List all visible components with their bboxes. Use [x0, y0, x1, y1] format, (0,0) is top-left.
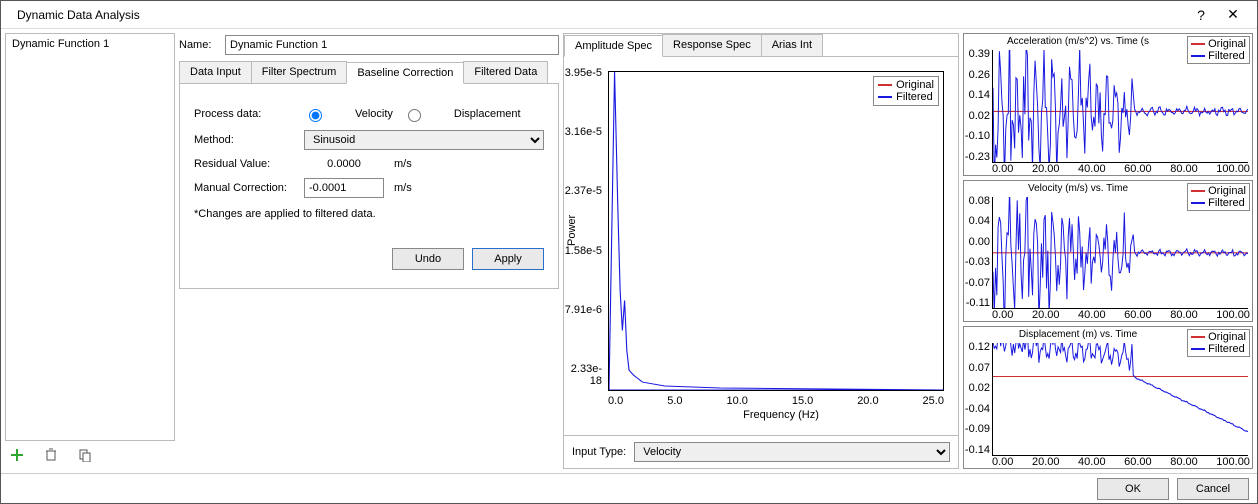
tab-filter-spectrum[interactable]: Filter Spectrum — [251, 61, 348, 83]
residual-label: Residual Value: — [194, 158, 294, 170]
dialog-window: Dynamic Data Analysis ? ✕ Dynamic Functi… — [0, 0, 1258, 504]
apply-button[interactable]: Apply — [472, 248, 544, 270]
cancel-button[interactable]: Cancel — [1177, 478, 1249, 500]
tab-filtered-data[interactable]: Filtered Data — [463, 61, 548, 83]
spectrum-legend: Original Filtered — [873, 76, 939, 106]
name-label: Name: — [179, 39, 219, 51]
timeseries-panel: Acceleration (m/s^2) vs. Time (s Origina… — [963, 33, 1253, 469]
radio-velocity-label: Velocity — [355, 108, 393, 120]
tab-data-input[interactable]: Data Input — [179, 61, 252, 83]
copy-icon[interactable] — [77, 447, 93, 463]
spec-xlabel: Frequency (Hz) — [568, 407, 954, 425]
spec-xticks: 0.0 5.0 10.0 15.0 20.0 25.0 — [608, 395, 944, 407]
titlebar: Dynamic Data Analysis ? ✕ — [1, 1, 1257, 29]
function-list-item[interactable]: Dynamic Function 1 — [8, 36, 172, 52]
spectrum-panel: Amplitude Spec Response Spec Arias Int 3… — [563, 33, 959, 469]
method-select[interactable]: Sinusoid — [304, 130, 544, 150]
spectrum-chart: Original Filtered — [608, 71, 944, 391]
changes-note: *Changes are applied to filtered data. — [194, 202, 544, 220]
radio-velocity[interactable] — [309, 109, 322, 122]
help-button[interactable]: ? — [1185, 7, 1217, 23]
tab-response-spec[interactable]: Response Spec — [662, 34, 762, 56]
baseline-correction-panel: Process data: Velocity Displacement Meth… — [179, 84, 559, 289]
center-tabs: Data Input Filter Spectrum Baseline Corr… — [179, 61, 559, 84]
dialog-footer: OK Cancel — [1, 473, 1257, 503]
manual-correction-input[interactable] — [304, 178, 384, 198]
tab-baseline-correction[interactable]: Baseline Correction — [346, 62, 464, 84]
ok-button[interactable]: OK — [1097, 478, 1169, 500]
velocity-chart: Velocity (m/s) vs. Time OriginalFiltered… — [963, 180, 1253, 323]
close-button[interactable]: ✕ — [1217, 6, 1249, 23]
method-label: Method: — [194, 134, 294, 146]
radio-displacement-label: Displacement — [454, 108, 521, 120]
displacement-chart: Displacement (m) vs. Time OriginalFilter… — [963, 326, 1253, 469]
input-type-label: Input Type: — [572, 446, 626, 458]
function-list[interactable]: Dynamic Function 1 — [5, 33, 175, 441]
delete-icon[interactable] — [43, 447, 59, 463]
tab-arias-int[interactable]: Arias Int — [761, 34, 823, 56]
add-icon[interactable] — [9, 447, 25, 463]
undo-button[interactable]: Undo — [392, 248, 464, 270]
tab-amplitude-spec[interactable]: Amplitude Spec — [564, 35, 663, 57]
spec-ylabel: Power — [566, 215, 578, 246]
manual-label: Manual Correction: — [194, 182, 294, 194]
process-data-label: Process data: — [194, 108, 294, 120]
radio-displacement[interactable] — [408, 109, 421, 122]
accel-chart: Acceleration (m/s^2) vs. Time (s Origina… — [963, 33, 1253, 176]
residual-unit: m/s — [394, 158, 412, 170]
window-title: Dynamic Data Analysis — [9, 8, 1185, 22]
name-input[interactable] — [225, 35, 559, 55]
residual-value: 0.0000 — [304, 158, 384, 170]
input-type-select[interactable]: Velocity — [634, 442, 950, 462]
manual-unit: m/s — [394, 182, 412, 194]
